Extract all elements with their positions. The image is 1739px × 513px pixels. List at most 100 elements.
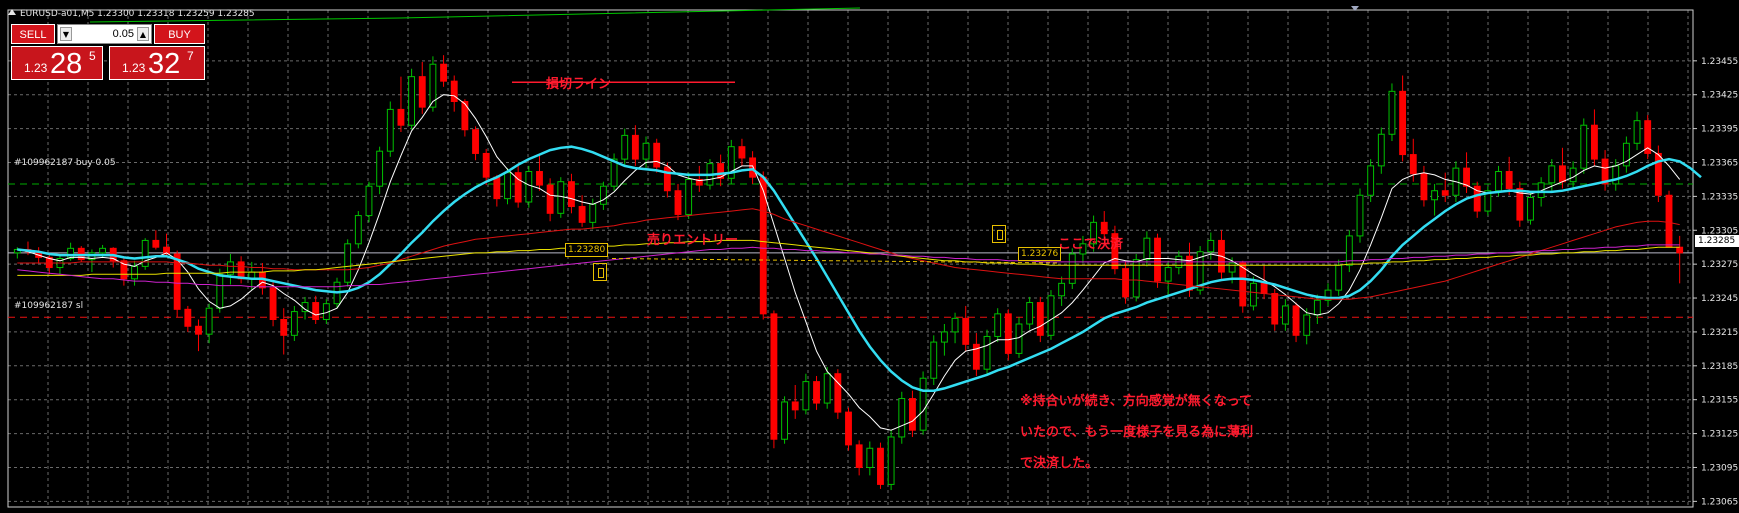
candle-bull (131, 265, 138, 280)
candle-bull (1569, 167, 1577, 183)
candle-bull (1527, 197, 1534, 221)
candle-bull (1356, 194, 1364, 237)
candle-bull (781, 401, 788, 440)
candle-bull (589, 203, 597, 223)
candle-bear (663, 166, 671, 192)
candle-bear (1420, 173, 1428, 201)
candle-bull (504, 172, 511, 200)
axis-tick-label: 1.23425 (1701, 91, 1738, 101)
sell-price-big: 28 (50, 48, 83, 80)
price-chart[interactable]: 1.234551.234251.233951.233651.233351.233… (0, 0, 1739, 513)
buy-button[interactable]: BUY (154, 24, 205, 44)
candle-bull (599, 185, 607, 205)
buy-order-label: #109962187 buy 0.05 (14, 158, 116, 168)
sell-button[interactable]: SELL (11, 24, 55, 44)
candle-bear (461, 100, 469, 131)
candle-bear (312, 302, 320, 320)
candle-bull (994, 313, 1002, 337)
candle-bull (205, 307, 213, 335)
candle-bull (1015, 323, 1023, 354)
entry-annotation: 売りエントリー (647, 233, 739, 248)
candle-bull (642, 142, 650, 160)
candle-bear (1100, 221, 1108, 235)
candle-bear (578, 206, 586, 223)
candle-bull (1548, 165, 1556, 184)
candle-bear (1665, 194, 1673, 248)
collapse-triangle-icon[interactable] (8, 9, 16, 15)
candle-bear (1441, 190, 1449, 196)
lot-increase-icon[interactable]: ▲ (137, 27, 149, 41)
candle-bear (280, 318, 288, 336)
candle-bear (631, 134, 639, 160)
stop-loss-label: #109962187 sl (14, 301, 84, 311)
trade-note-line3: で決済した。 (1020, 456, 1099, 471)
candle-bear (1292, 305, 1300, 336)
buy-price-box[interactable]: 1.23 32 7 (109, 46, 205, 80)
candle-bull (866, 447, 874, 468)
candle-bear (962, 317, 970, 345)
candle-bear (269, 287, 277, 320)
candle-bull (216, 273, 224, 309)
stop-line-annotation: 損切ライン (546, 77, 612, 92)
candle-bear (195, 325, 202, 335)
candle-bear (845, 411, 852, 446)
trade-note-line2: いたので、もう一度様子を見る為に薄利 (1020, 425, 1254, 440)
axis-tick-label: 1.23155 (1701, 396, 1738, 406)
buy-price-sup: 7 (187, 49, 194, 63)
sell-price-box[interactable]: 1.23 28 5 (11, 46, 103, 80)
candle-bull (344, 243, 352, 283)
candle-bull (1367, 165, 1375, 196)
candle-bull (1431, 190, 1439, 201)
axis-tick-label: 1.23275 (1701, 260, 1738, 270)
candle-bear (482, 152, 490, 178)
candle-bull (930, 341, 938, 379)
candle-bear (1122, 268, 1129, 298)
candle-bull (354, 215, 362, 245)
lot-decrease-icon[interactable]: ▼ (60, 27, 72, 41)
candle-bear (418, 76, 426, 108)
candle-bull (1303, 314, 1311, 336)
candle-bull (141, 239, 149, 267)
candle-bull (1164, 267, 1172, 282)
trade-note-line1: ※持合いが続き、方向感覚が無くなって (1020, 394, 1253, 409)
candle-bull (557, 181, 565, 214)
exit-ticket-icon (992, 225, 1006, 243)
candle-bull (919, 377, 927, 431)
candle-bull (1313, 299, 1321, 316)
candle-bear (1239, 262, 1247, 307)
axis-tick-label: 1.23095 (1701, 463, 1738, 473)
candle-bull (823, 373, 831, 404)
buy-price-prefix: 1.23 (122, 61, 146, 75)
candle-bear (855, 444, 863, 468)
candle-bear (1154, 237, 1161, 282)
candle-bull (940, 331, 948, 343)
candle-bull (1207, 239, 1215, 253)
axis-tick-label: 1.23365 (1701, 158, 1738, 168)
sell-price-sup: 5 (89, 49, 96, 63)
candle-bull (1058, 282, 1066, 297)
chart-header-text: EURUSD-a01,M5 1.23300 1.23318 1.23259 1.… (20, 9, 255, 19)
candle-bear (450, 80, 458, 102)
axis-tick-label: 1.23245 (1701, 294, 1738, 304)
candle-bear (791, 401, 799, 411)
candle-bull (408, 76, 416, 126)
close-here-annotation: ここで決済 (1058, 237, 1124, 252)
candle-bear (493, 176, 501, 200)
candle-bull (1335, 264, 1343, 291)
lot-size-input[interactable] (72, 26, 134, 42)
candle-bull (1377, 133, 1385, 167)
axis-tick-label: 1.23065 (1701, 497, 1738, 507)
candle-bull (1495, 171, 1502, 192)
lot-size-field[interactable]: ▼ ▲ (57, 24, 152, 44)
candle-bear (568, 181, 575, 208)
axis-tick-label: 1.23185 (1701, 362, 1738, 372)
candle-bear (877, 447, 884, 485)
candle-bear (1590, 124, 1598, 160)
candle-bull (1249, 282, 1257, 307)
candle-bull (365, 185, 373, 217)
one-click-trade-panel: SELL ▼ ▲ BUY 1.23 28 5 1.23 32 7 (11, 24, 205, 80)
axis-tick-label: 1.23395 (1701, 125, 1738, 135)
candle-bull (386, 108, 394, 152)
candle-bull (621, 134, 629, 160)
sell-price-prefix: 1.23 (24, 61, 48, 75)
